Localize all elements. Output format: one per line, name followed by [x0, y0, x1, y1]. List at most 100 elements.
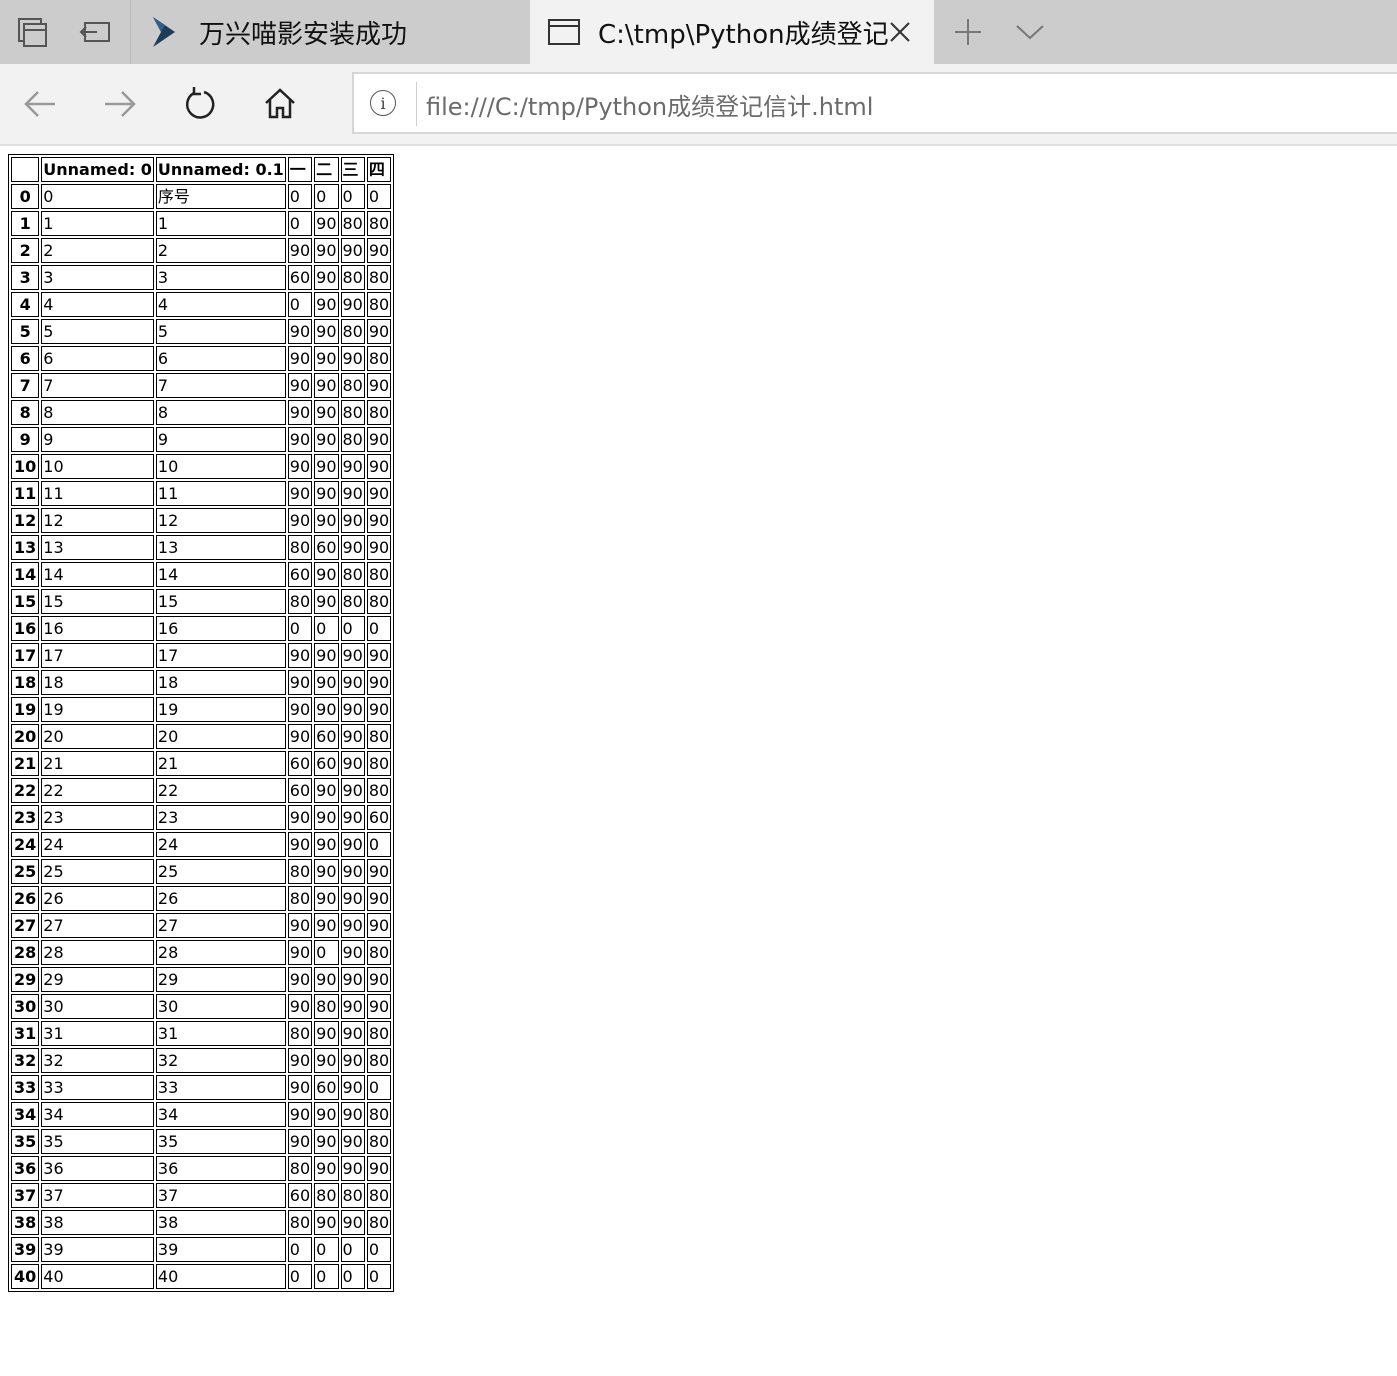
table-cell: 36 — [41, 1156, 154, 1181]
table-cell: 0 — [340, 1237, 365, 1262]
table-cell: 5 — [155, 319, 286, 344]
table-row: 7 7 7 90 90 80 90 — [11, 373, 392, 398]
table-cell: 13 — [41, 535, 154, 560]
table-cell: 80 — [287, 535, 313, 560]
table-cell: 90 — [366, 481, 392, 506]
row-index: 31 — [11, 1021, 40, 1046]
table-cell: 80 — [340, 319, 365, 344]
table-row: 36 36 36 80 90 90 90 — [11, 1156, 392, 1181]
table-cell: 90 — [366, 1156, 392, 1181]
table-cell: 80 — [366, 1048, 392, 1073]
chevron-down-icon — [1016, 25, 1044, 40]
table-cell: 90 — [287, 643, 313, 668]
home-button[interactable] — [245, 64, 315, 144]
table-cell: 80 — [287, 886, 313, 911]
table-cell: 90 — [314, 967, 339, 992]
table-row: 38 38 38 80 90 90 80 — [11, 1210, 392, 1235]
table-cell: 80 — [287, 859, 313, 884]
table-cell: 31 — [155, 1021, 286, 1046]
navigation-bar: i file:///C:/tmp/Python成绩登记信计.html — [0, 64, 1397, 146]
table-cell: 25 — [155, 859, 286, 884]
url-text[interactable]: file:///C:/tmp/Python成绩登记信计.html — [426, 87, 873, 122]
table-cell: 90 — [287, 319, 313, 344]
row-index: 19 — [11, 697, 40, 722]
table-cell: 36 — [155, 1156, 286, 1181]
table-cell: 90 — [287, 400, 313, 425]
table-cell: 90 — [314, 1021, 339, 1046]
table-cell: 80 — [366, 562, 392, 587]
table-cell: 90 — [366, 373, 392, 398]
row-index: 25 — [11, 859, 40, 884]
table-row: 23 23 23 90 90 90 60 — [11, 805, 392, 830]
table-cell: 90 — [314, 427, 339, 452]
table-cell: 60 — [287, 265, 313, 290]
refresh-button[interactable] — [165, 64, 235, 144]
site-info-icon[interactable]: i — [370, 90, 396, 116]
address-bar[interactable]: i file:///C:/tmp/Python成绩登记信计.html — [352, 72, 1397, 134]
table-row: 25 25 25 80 90 90 90 — [11, 859, 392, 884]
row-index: 7 — [11, 373, 40, 398]
table-cell: 27 — [155, 913, 286, 938]
table-cell: 90 — [366, 454, 392, 479]
table-cell: 20 — [155, 724, 286, 749]
table-cell: 90 — [314, 562, 339, 587]
tab-filmora[interactable]: 万兴喵影安装成功 — [130, 0, 528, 64]
table-cell: 0 — [287, 184, 313, 209]
table-row: 14 14 14 60 90 80 80 — [11, 562, 392, 587]
table-cell: 90 — [287, 427, 313, 452]
tab-preview-button[interactable] — [0, 0, 64, 64]
table-cell: 4 — [41, 292, 154, 317]
table-cell: 90 — [366, 427, 392, 452]
row-index: 16 — [11, 616, 40, 641]
table-cell: 90 — [366, 238, 392, 263]
table-cell: 90 — [314, 1048, 339, 1073]
row-index: 28 — [11, 940, 40, 965]
table-cell: 31 — [41, 1021, 154, 1046]
column-header: Unnamed: 0.1 — [155, 157, 286, 182]
table-cell: 90 — [314, 1129, 339, 1154]
table-cell: 80 — [366, 1210, 392, 1235]
new-tab-button[interactable] — [936, 0, 1000, 64]
close-icon — [890, 22, 910, 42]
table-cell: 90 — [340, 697, 365, 722]
table-cell: 0 — [340, 1264, 365, 1289]
row-index: 35 — [11, 1129, 40, 1154]
table-row: 2 2 2 90 90 90 90 — [11, 238, 392, 263]
close-tab-button[interactable] — [886, 18, 914, 46]
table-cell: 90 — [314, 1156, 339, 1181]
table-row: 0 0 序号 0 0 0 0 — [11, 184, 392, 209]
table-cell: 14 — [41, 562, 154, 587]
table-cell: 34 — [41, 1102, 154, 1127]
table-cell: 29 — [41, 967, 154, 992]
back-button[interactable] — [5, 64, 75, 144]
column-header: Unnamed: 0 — [41, 157, 154, 182]
table-cell: 90 — [340, 1156, 365, 1181]
row-index: 29 — [11, 967, 40, 992]
table-row: 20 20 20 90 60 90 80 — [11, 724, 392, 749]
table-cell: 30 — [41, 994, 154, 1019]
row-index: 17 — [11, 643, 40, 668]
table-row: 3 3 3 60 90 80 80 — [11, 265, 392, 290]
table-row: 15 15 15 80 90 80 80 — [11, 589, 392, 614]
forward-button[interactable] — [85, 64, 155, 144]
table-cell: 15 — [41, 589, 154, 614]
row-index: 18 — [11, 670, 40, 695]
table-cell: 90 — [340, 751, 365, 776]
table-cell: 90 — [366, 508, 392, 533]
table-cell: 80 — [287, 1021, 313, 1046]
tab-python-scores[interactable]: C:\tmp\Python成绩登记 — [530, 0, 934, 64]
table-row: 16 16 16 0 0 0 0 — [11, 616, 392, 641]
table-cell: 90 — [340, 238, 365, 263]
set-aside-tabs-button[interactable] — [64, 0, 128, 64]
table-cell: 80 — [366, 940, 392, 965]
tab-list-button[interactable] — [998, 0, 1062, 64]
table-cell: 90 — [287, 670, 313, 695]
table-cell: 90 — [314, 832, 339, 857]
table-cell: 90 — [366, 967, 392, 992]
table-cell: 90 — [340, 724, 365, 749]
table-row: 28 28 28 90 0 90 80 — [11, 940, 392, 965]
table-cell: 90 — [287, 1129, 313, 1154]
table-cell: 90 — [314, 913, 339, 938]
table-row: 19 19 19 90 90 90 90 — [11, 697, 392, 722]
row-index: 30 — [11, 994, 40, 1019]
